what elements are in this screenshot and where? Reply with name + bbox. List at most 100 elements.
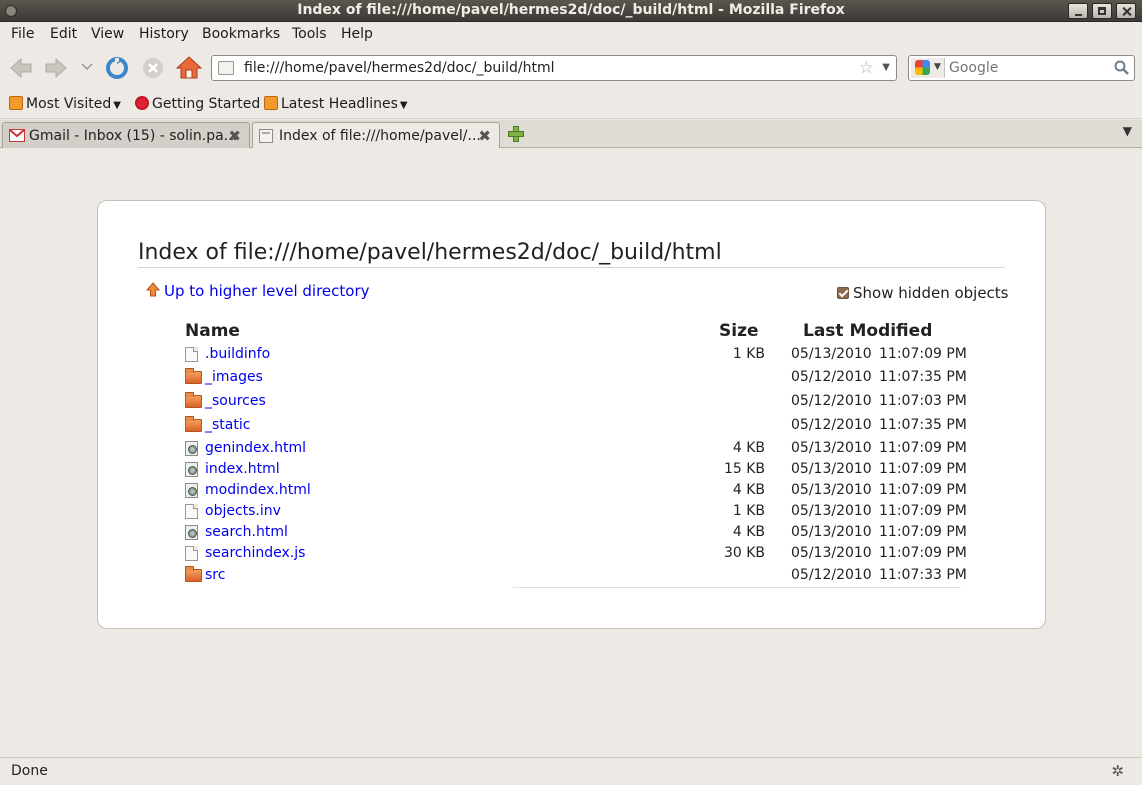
file-name-link[interactable]: index.html — [205, 461, 280, 477]
table-row[interactable]: objects.inv 1 KB 05/13/2010 11:07:09 PM — [98, 502, 1047, 522]
file-time: 11:07:09 PM — [879, 524, 967, 540]
file-time: 11:07:09 PM — [879, 482, 967, 498]
show-hidden-checkbox[interactable] — [837, 287, 849, 299]
table-row[interactable]: .buildinfo 1 KB 05/13/2010 11:07:09 PM — [98, 345, 1047, 365]
tab-label: Gmail - Inbox (15) - solin.pa... — [29, 128, 238, 144]
search-icon[interactable] — [1114, 60, 1130, 80]
table-row[interactable]: modindex.html 4 KB 05/13/2010 11:07:09 PM — [98, 481, 1047, 501]
file-date: 05/13/2010 — [791, 461, 872, 477]
file-name-link[interactable]: search.html — [205, 524, 288, 540]
menu-file[interactable]: File — [11, 26, 34, 42]
menu-help[interactable]: Help — [341, 26, 373, 42]
url-text[interactable]: file:///home/pavel/hermes2d/doc/_build/h… — [244, 60, 555, 76]
file-name-link[interactable]: src — [205, 567, 225, 583]
rss-folder-icon — [9, 96, 23, 110]
minimize-button[interactable] — [1068, 3, 1088, 19]
forward-button[interactable] — [43, 56, 69, 84]
file-name-link[interactable]: modindex.html — [205, 482, 311, 498]
bookmark-most-visited[interactable]: Most Visited ▼ — [9, 96, 121, 112]
menu-bookmarks[interactable]: Bookmarks — [202, 26, 280, 42]
file-date: 05/13/2010 — [791, 545, 872, 561]
firefox-icon — [135, 96, 149, 110]
gmail-icon — [9, 129, 25, 146]
reload-button[interactable] — [105, 56, 129, 84]
html-file-icon — [185, 525, 198, 540]
page-icon — [218, 61, 234, 75]
file-time: 11:07:35 PM — [879, 417, 967, 433]
stop-button[interactable] — [141, 56, 165, 84]
table-row[interactable]: _images 05/12/2010 11:07:35 PM — [98, 368, 1047, 388]
history-dropdown-button[interactable] — [80, 60, 94, 78]
file-size: 1 KB — [732, 346, 765, 362]
file-date: 05/12/2010 — [791, 369, 872, 385]
file-time: 11:07:09 PM — [879, 545, 967, 561]
table-row[interactable]: search.html 4 KB 05/13/2010 11:07:09 PM — [98, 523, 1047, 543]
menu-edit[interactable]: Edit — [50, 26, 77, 42]
bookmark-label: Latest Headlines — [281, 96, 398, 112]
forward-arrow-icon — [45, 57, 67, 79]
file-date: 05/13/2010 — [791, 503, 872, 519]
table-row[interactable]: _static 05/12/2010 11:07:35 PM — [98, 416, 1047, 436]
file-time: 11:07:33 PM — [879, 567, 967, 583]
file-name-link[interactable]: _static — [205, 417, 250, 433]
close-tab-icon[interactable]: ✖ — [478, 127, 491, 145]
html-file-icon — [185, 441, 198, 456]
column-header-modified[interactable]: Last Modified — [803, 321, 932, 341]
file-date: 05/13/2010 — [791, 524, 872, 540]
tab-gmail[interactable]: Gmail - Inbox (15) - solin.pa... ✖ — [2, 122, 250, 148]
file-name-link[interactable]: genindex.html — [205, 440, 306, 456]
file-size: 30 KB — [723, 545, 765, 561]
home-button[interactable] — [175, 55, 203, 85]
chevron-down-icon: ▼ — [934, 62, 941, 72]
list-all-tabs-icon[interactable]: ▼ — [1123, 124, 1132, 138]
bookmark-label: Most Visited — [26, 96, 112, 112]
search-bar[interactable]: ▼ — [908, 55, 1135, 81]
table-row[interactable]: _sources 05/12/2010 11:07:03 PM — [98, 392, 1047, 412]
table-bottom-divider — [513, 587, 961, 588]
back-button[interactable] — [8, 56, 34, 84]
new-tab-button[interactable] — [507, 125, 525, 143]
bug-icon[interactable]: ✲ — [1111, 762, 1124, 780]
url-dropdown-icon[interactable]: ▼ — [882, 62, 890, 73]
search-input[interactable] — [949, 59, 1109, 77]
menu-history[interactable]: History — [139, 26, 189, 42]
file-date: 05/13/2010 — [791, 482, 872, 498]
status-bar: Done ✲ — [0, 757, 1142, 785]
file-name-link[interactable]: .buildinfo — [205, 346, 270, 362]
navigation-toolbar: file:///home/pavel/hermes2d/doc/_build/h… — [0, 47, 1142, 89]
page-content: Index of file:///home/pavel/hermes2d/doc… — [0, 148, 1142, 757]
back-arrow-icon — [10, 57, 32, 79]
up-directory-link[interactable]: Up to higher level directory — [145, 282, 370, 301]
status-text: Done — [11, 763, 48, 779]
file-size: 4 KB — [732, 440, 765, 456]
rss-icon — [264, 96, 278, 110]
file-name-link[interactable]: _images — [205, 369, 263, 385]
tab-index[interactable]: Index of file:///home/pavel/... ✖ — [252, 122, 500, 149]
file-name-link[interactable]: _sources — [205, 393, 266, 409]
page-title: Index of file:///home/pavel/hermes2d/doc… — [138, 241, 1005, 268]
bookmarks-toolbar: Most Visited ▼ Getting Started Latest Hea… — [0, 89, 1142, 119]
reload-icon — [106, 57, 128, 79]
menu-tools[interactable]: Tools — [292, 26, 327, 42]
tab-strip: Gmail - Inbox (15) - solin.pa... ✖ Index… — [0, 120, 1142, 149]
show-hidden-toggle[interactable]: Show hidden objects — [837, 284, 1009, 302]
chevron-down-icon: ▼ — [113, 100, 121, 111]
maximize-button[interactable] — [1092, 3, 1112, 19]
bookmark-latest-headlines[interactable]: Latest Headlines ▼ — [264, 96, 408, 112]
table-row[interactable]: genindex.html 4 KB 05/13/2010 11:07:09 PM — [98, 439, 1047, 459]
file-name-link[interactable]: objects.inv — [205, 503, 281, 519]
menu-view[interactable]: View — [91, 26, 124, 42]
table-row[interactable]: src 05/12/2010 11:07:33 PM — [98, 566, 1047, 586]
bookmark-star-icon[interactable]: ☆ — [859, 58, 874, 78]
column-header-name[interactable]: Name — [185, 321, 240, 341]
column-header-size[interactable]: Size — [719, 321, 759, 341]
table-row[interactable]: searchindex.js 30 KB 05/13/2010 11:07:09 PM — [98, 544, 1047, 564]
address-bar[interactable]: file:///home/pavel/hermes2d/doc/_build/h… — [211, 55, 897, 81]
file-size: 1 KB — [732, 503, 765, 519]
bookmark-getting-started[interactable]: Getting Started — [135, 96, 260, 112]
file-name-link[interactable]: searchindex.js — [205, 545, 305, 561]
close-tab-icon[interactable]: ✖ — [228, 127, 241, 145]
table-row[interactable]: index.html 15 KB 05/13/2010 11:07:09 PM — [98, 460, 1047, 480]
close-window-button[interactable] — [1116, 3, 1136, 19]
search-engine-button[interactable]: ▼ — [911, 58, 945, 78]
